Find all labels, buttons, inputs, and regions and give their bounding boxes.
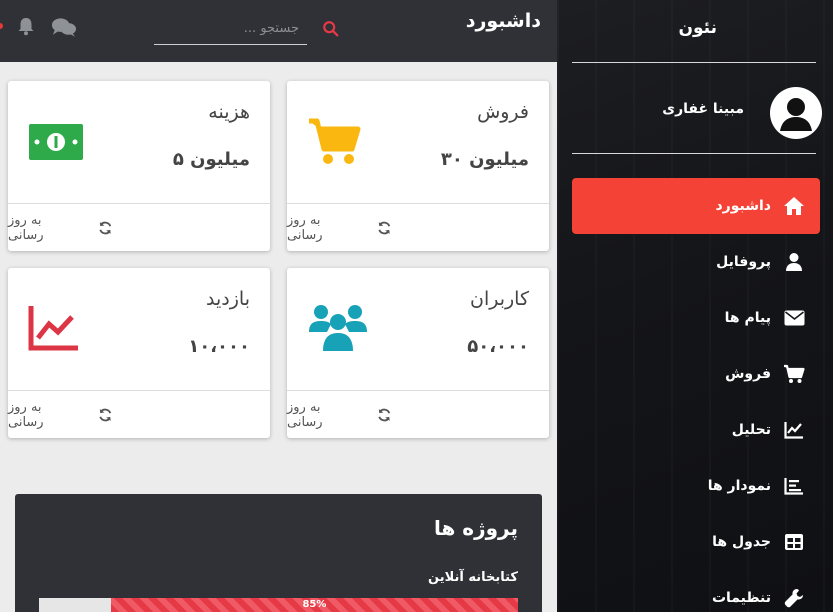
sidebar-item-label: فروش	[725, 366, 771, 382]
sidebar-item-label: تنظیمات	[711, 590, 771, 606]
sidebar-item-analysis[interactable]: تحلیل	[572, 402, 820, 458]
refresh-label: به روز رسانی	[287, 399, 323, 430]
card-footer[interactable]: به روز رسانی	[8, 390, 270, 438]
project-progress-bar: 85%	[39, 598, 518, 612]
sidebar-item-label: جدول ها	[712, 534, 771, 550]
refresh-icon[interactable]	[377, 407, 392, 423]
card-footer[interactable]: به روز رسانی	[287, 203, 549, 251]
progress-fill: 85%	[110, 598, 518, 612]
card-title: کاربران	[469, 288, 529, 310]
user-avatar-icon	[772, 89, 820, 137]
sidebar-item-label: پروفایل	[716, 254, 771, 270]
search-icon[interactable]	[322, 20, 340, 38]
users-icon	[309, 305, 367, 351]
refresh-label: به روز رسانی	[287, 212, 323, 243]
stat-card-visits: بازدید ۱۰،۰۰۰ به روز رسانی	[8, 268, 270, 438]
sidebar-item-sales[interactable]: فروش	[572, 346, 820, 402]
avatar[interactable]	[770, 87, 822, 139]
sidebar-item-settings[interactable]: تنظیمات	[572, 570, 820, 612]
card-value: ۱۰،۰۰۰	[188, 336, 250, 357]
home-icon	[783, 195, 805, 217]
bar-chart-icon	[783, 475, 805, 497]
sidebar-item-tables[interactable]: جدول ها	[572, 514, 820, 570]
sidebar-item-label: داشبورد	[715, 198, 772, 214]
line-chart-icon	[783, 419, 805, 441]
projects-title: پروژه ها	[433, 516, 518, 540]
envelope-icon	[783, 307, 805, 329]
card-title: فروش	[477, 101, 529, 123]
stat-card-sales: فروش ۳۰ میلیون به روز رسانی	[287, 81, 549, 251]
card-footer[interactable]: به روز رسانی	[287, 390, 549, 438]
notification-dot	[0, 23, 3, 29]
sidebar-item-label: نمودار ها	[707, 478, 771, 494]
wrench-icon	[783, 587, 805, 609]
refresh-label: به روز رسانی	[8, 399, 44, 430]
card-title: بازدید	[206, 288, 250, 310]
user-icon	[783, 251, 805, 273]
card-footer[interactable]: به روز رسانی	[8, 203, 270, 251]
chart-line-icon	[28, 306, 78, 351]
card-value: ۳۰ میلیون	[440, 149, 529, 170]
sidebar-nav: داشبورد پروفایل پیام ها فروش تحلیل نمودا…	[572, 178, 820, 612]
money-icon	[29, 124, 83, 160]
sidebar-item-messages[interactable]: پیام ها	[572, 290, 820, 346]
sidebar-item-charts[interactable]: نمودار ها	[572, 458, 820, 514]
sidebar-item-label: تحلیل	[731, 422, 771, 438]
search-input[interactable]	[154, 12, 307, 44]
sidebar: نئون مبینا غفاری داشبورد پروفایل پیام ها	[557, 0, 833, 612]
cart-icon	[309, 118, 361, 164]
brand-name: نئون	[678, 18, 718, 38]
sidebar-item-profile[interactable]: پروفایل	[572, 234, 820, 290]
search-box	[154, 12, 307, 45]
card-value: ۵ میلیون	[172, 149, 250, 170]
card-value: ۵۰،۰۰۰	[467, 336, 529, 357]
cart-icon	[783, 363, 805, 385]
chat-icon[interactable]	[50, 16, 77, 38]
page-title: داشبورد	[465, 10, 541, 32]
project-name: کتابخانه آنلاین	[428, 570, 518, 585]
bell-icon[interactable]	[16, 16, 36, 36]
sidebar-item-label: پیام ها	[724, 310, 771, 326]
table-icon	[783, 531, 805, 553]
top-bar: داشبورد	[0, 0, 557, 62]
refresh-label: به روز رسانی	[8, 212, 44, 243]
projects-panel: پروژه ها کتابخانه آنلاین 85%	[15, 494, 542, 612]
stat-card-expense: هزینه ۵ میلیون به روز رسانی	[8, 81, 270, 251]
sidebar-divider	[572, 153, 816, 154]
card-title: هزینه	[208, 101, 250, 123]
refresh-icon[interactable]	[98, 407, 113, 423]
stat-card-users: کاربران ۵۰،۰۰۰ به روز رسانی	[287, 268, 549, 438]
refresh-icon[interactable]	[98, 220, 113, 236]
sidebar-item-dashboard[interactable]: داشبورد	[572, 178, 820, 234]
sidebar-divider	[572, 62, 816, 63]
refresh-icon[interactable]	[377, 220, 392, 236]
user-name: مبینا غفاری	[662, 101, 744, 117]
